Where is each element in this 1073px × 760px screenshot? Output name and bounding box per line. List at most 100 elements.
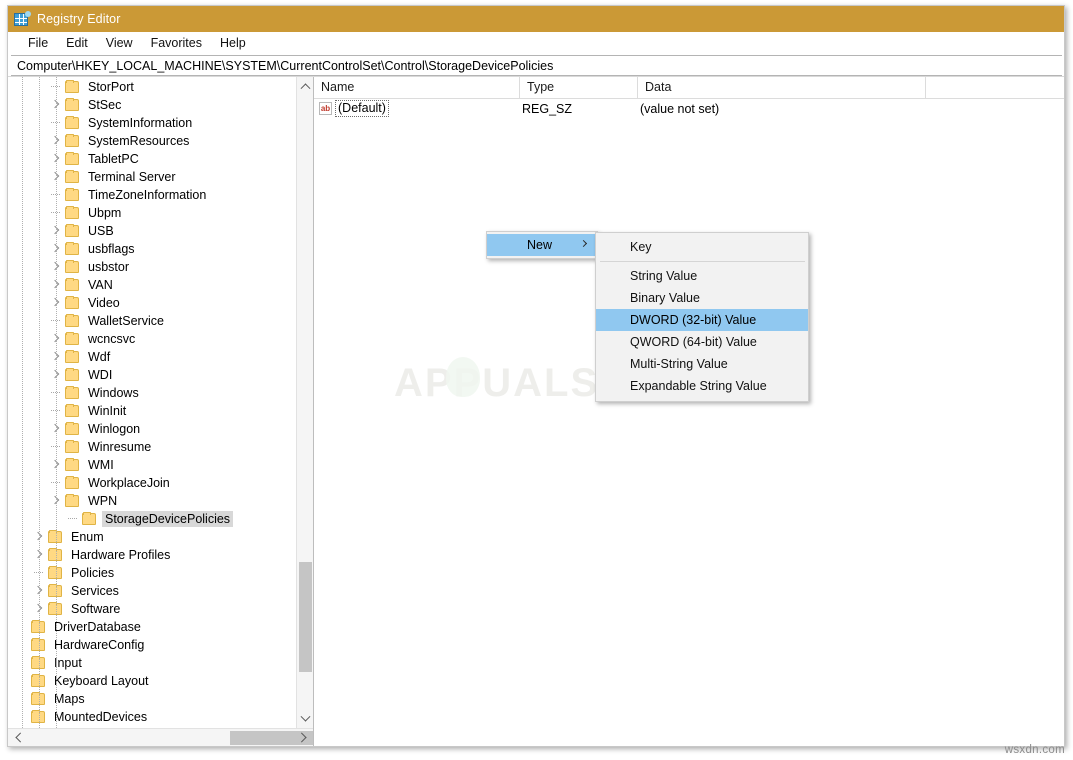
- submenu-item[interactable]: String Value: [596, 265, 808, 287]
- tree-node[interactable]: StorPort: [8, 78, 296, 96]
- tree-node-label: Video: [88, 296, 120, 310]
- tree-horizontal-scrollbar[interactable]: [8, 728, 313, 746]
- new-submenu[interactable]: Key String Value Binary Value DWORD (32-bit…: [595, 232, 809, 402]
- tree-node-label: Policies: [71, 566, 115, 580]
- tree-node[interactable]: WinInit: [8, 402, 296, 420]
- folder-icon: [30, 674, 46, 688]
- tree-node[interactable]: usbflags: [8, 240, 296, 258]
- tree-node[interactable]: Video: [8, 294, 296, 312]
- registry-tree[interactable]: StorPort StSec SystemInformation SystemReso…: [8, 77, 296, 728]
- tree-vertical-scrollbar[interactable]: [296, 77, 313, 728]
- chevron-right-icon: [579, 239, 588, 248]
- tree-node-label: Windows: [88, 386, 139, 400]
- menu-edit[interactable]: Edit: [57, 35, 97, 52]
- tree-node-label: Keyboard Layout: [54, 674, 149, 688]
- tree-node[interactable]: Maps: [8, 690, 296, 708]
- tree-node[interactable]: Ubpm: [8, 204, 296, 222]
- folder-icon: [30, 638, 46, 652]
- menu-bar: File Edit View Favorites Help: [8, 32, 1064, 54]
- tree-node[interactable]: usbstor: [8, 258, 296, 276]
- tree-node[interactable]: Hardware Profiles: [8, 546, 296, 564]
- tree-node[interactable]: Terminal Server: [8, 168, 296, 186]
- menu-view[interactable]: View: [97, 35, 142, 52]
- tree-node[interactable]: Windows: [8, 384, 296, 402]
- folder-icon: [64, 134, 80, 148]
- scroll-right-button[interactable]: [295, 729, 313, 747]
- column-header-data[interactable]: Data: [638, 77, 926, 98]
- context-menu-item-new[interactable]: New: [487, 234, 597, 256]
- folder-icon: [64, 80, 80, 94]
- chevron-down-icon: [300, 711, 310, 722]
- tree-node-label: SystemInformation: [88, 116, 193, 130]
- tree-node[interactable]: Winlogon: [8, 420, 296, 438]
- submenu-item[interactable]: Expandable String Value: [596, 375, 808, 397]
- tree-node[interactable]: Software: [8, 600, 296, 618]
- tree-node-label: Terminal Server: [88, 170, 176, 184]
- scroll-up-button[interactable]: [297, 77, 313, 94]
- tree-node[interactable]: MountedDevices: [8, 708, 296, 726]
- scroll-down-button[interactable]: [297, 711, 313, 728]
- tree-node[interactable]: StSec: [8, 96, 296, 114]
- context-menu[interactable]: New: [486, 231, 598, 259]
- tree-node-label: StorPort: [88, 80, 134, 94]
- tree-node[interactable]: Winresume: [8, 438, 296, 456]
- context-menu-item-new-label: New: [527, 238, 553, 252]
- registry-editor-icon: [14, 11, 31, 27]
- tree-node[interactable]: WDI: [8, 366, 296, 384]
- column-header-name[interactable]: Name: [314, 77, 520, 98]
- window-body: StorPort StSec SystemInformation SystemReso…: [8, 76, 1064, 746]
- tree-node[interactable]: SystemResources: [8, 132, 296, 150]
- tree-node[interactable]: StorageDevicePolicies: [8, 510, 296, 528]
- tree-node[interactable]: TabletPC: [8, 150, 296, 168]
- tree-node-label: usbflags: [88, 242, 135, 256]
- tree-node[interactable]: wcncsvc: [8, 330, 296, 348]
- tree-node[interactable]: Enum: [8, 528, 296, 546]
- tree-node[interactable]: VAN: [8, 276, 296, 294]
- tree-guide-line: [22, 77, 23, 728]
- tree-node[interactable]: WalletService: [8, 312, 296, 330]
- tree-node-label: Winlogon: [88, 422, 141, 436]
- tree-node[interactable]: WorkplaceJoin: [8, 474, 296, 492]
- tree-node[interactable]: Services: [8, 582, 296, 600]
- submenu-item[interactable]: QWORD (64-bit) Value: [596, 331, 808, 353]
- menu-file[interactable]: File: [19, 35, 57, 52]
- scroll-left-button[interactable]: [8, 729, 26, 747]
- tree-node[interactable]: TimeZoneInformation: [8, 186, 296, 204]
- value-name-cell: ab (Default): [319, 100, 522, 117]
- menu-favorites[interactable]: Favorites: [142, 35, 211, 52]
- folder-icon: [64, 188, 80, 202]
- vertical-scroll-thumb[interactable]: [299, 562, 312, 672]
- tree-node-label: WMI: [88, 458, 114, 472]
- submenu-item[interactable]: DWORD (32-bit) Value: [596, 309, 808, 331]
- tree-node-label: wcncsvc: [88, 332, 136, 346]
- folder-icon: [64, 170, 80, 184]
- table-row[interactable]: ab (Default) REG_SZ (value not set): [314, 99, 1064, 118]
- submenu-item[interactable]: Key: [596, 236, 808, 258]
- tree-node[interactable]: Wdf: [8, 348, 296, 366]
- tree-node[interactable]: Input: [8, 654, 296, 672]
- folder-icon: [64, 440, 80, 454]
- tree-guide-line: [39, 77, 40, 728]
- menu-help[interactable]: Help: [211, 35, 255, 52]
- tree-node[interactable]: USB: [8, 222, 296, 240]
- tree-node[interactable]: WPN: [8, 492, 296, 510]
- tree-node-label: SystemResources: [88, 134, 190, 148]
- tree-node[interactable]: SystemInformation: [8, 114, 296, 132]
- column-header-type[interactable]: Type: [520, 77, 638, 98]
- tree-node-label: TabletPC: [88, 152, 139, 166]
- folder-icon: [81, 512, 97, 526]
- tree-node-label: VAN: [88, 278, 113, 292]
- tree-node-label: WinInit: [88, 404, 127, 418]
- submenu-item[interactable]: Binary Value: [596, 287, 808, 309]
- tree-node[interactable]: HardwareConfig: [8, 636, 296, 654]
- submenu-item[interactable]: Multi-String Value: [596, 353, 808, 375]
- folder-icon: [64, 260, 80, 274]
- folder-icon: [30, 620, 46, 634]
- tree-node-label: Hardware Profiles: [71, 548, 171, 562]
- address-bar[interactable]: Computer\HKEY_LOCAL_MACHINE\SYSTEM\Curre…: [11, 55, 1062, 76]
- tree-node[interactable]: WMI: [8, 456, 296, 474]
- tree-node[interactable]: Policies: [8, 564, 296, 582]
- folder-icon: [47, 602, 63, 616]
- tree-node[interactable]: DriverDatabase: [8, 618, 296, 636]
- tree-node[interactable]: Keyboard Layout: [8, 672, 296, 690]
